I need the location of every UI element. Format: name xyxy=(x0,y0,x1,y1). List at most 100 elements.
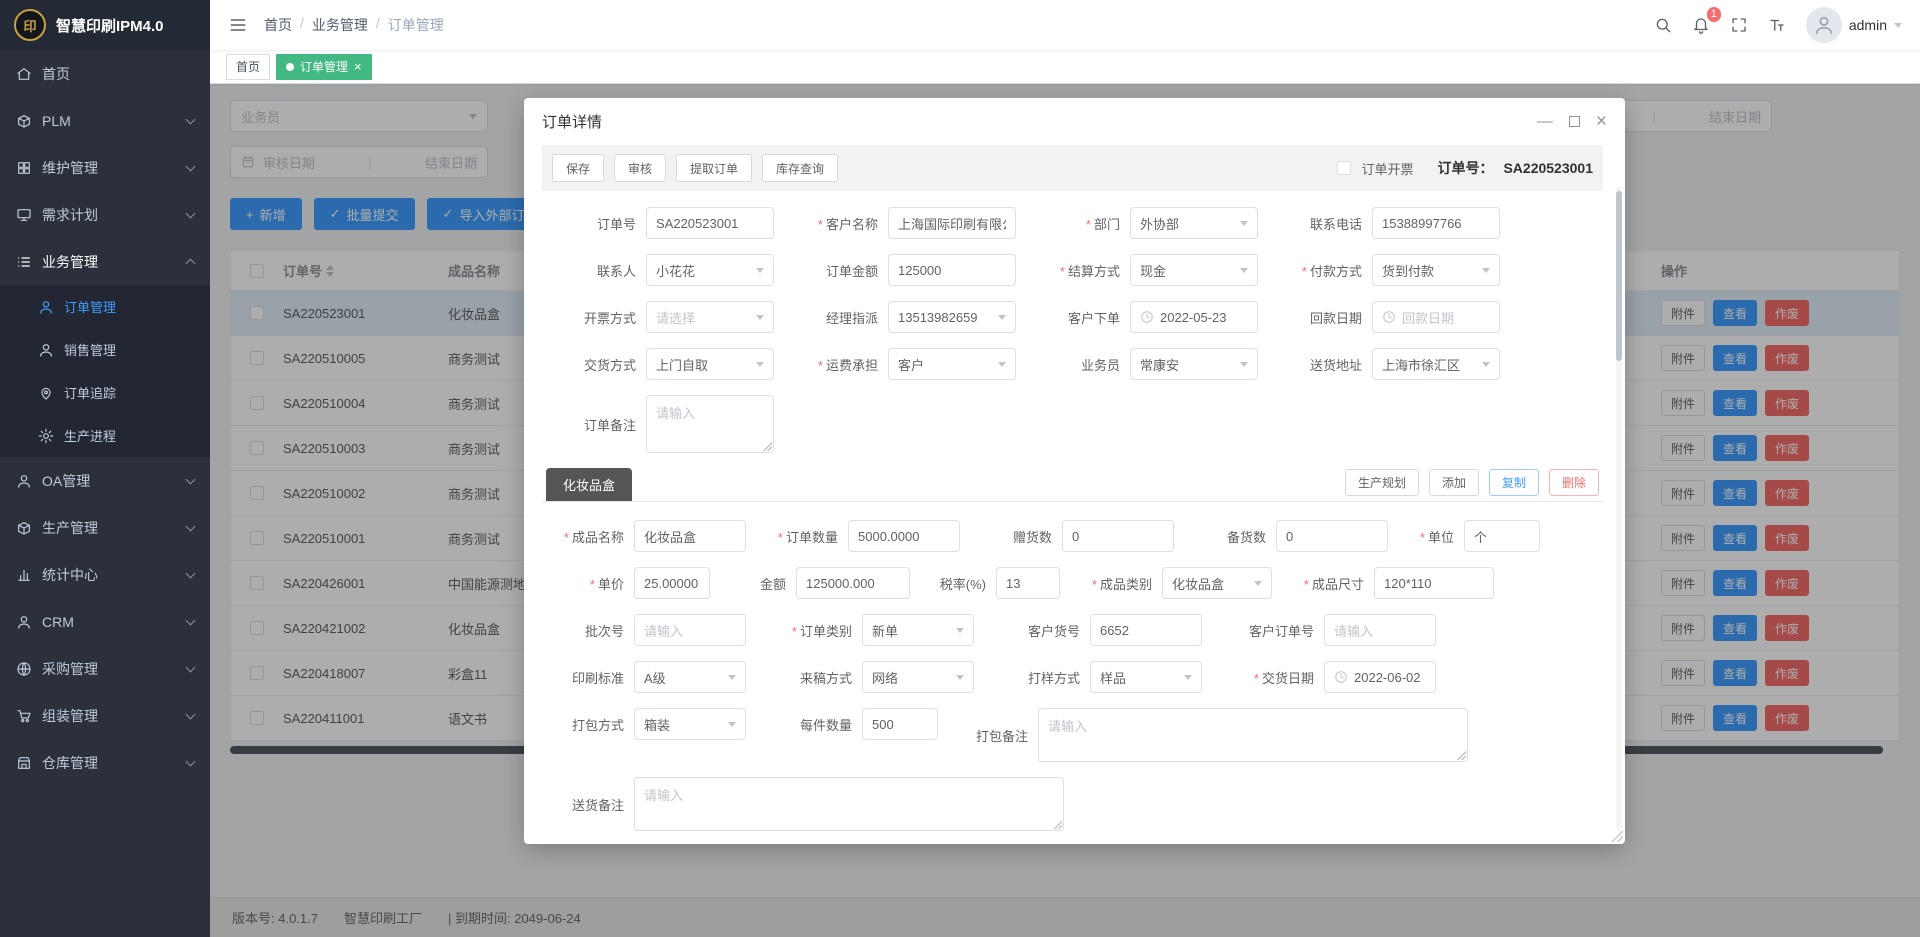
order-remark-textarea[interactable]: 请输入 xyxy=(646,395,774,453)
sidebar-item-oa[interactable]: OA管理 xyxy=(0,457,210,504)
freight-bearer-select[interactable]: 客户 xyxy=(888,348,1016,380)
hamburger-icon[interactable] xyxy=(228,15,248,35)
sidebar-item-sales-management[interactable]: 销售管理 xyxy=(0,328,210,371)
unit-price-input[interactable]: 25.00000 xyxy=(634,567,710,599)
tab-order-management[interactable]: 订单管理 × xyxy=(276,54,372,80)
amount-input[interactable]: 125000.000 xyxy=(796,567,910,599)
gift-qty-input[interactable]: 0 xyxy=(1062,520,1174,552)
field-order-category: 订单类别 新单 xyxy=(772,614,974,646)
packing-method-select[interactable]: 箱装 xyxy=(634,708,746,740)
breadcrumb-home[interactable]: 首页 xyxy=(264,15,292,35)
return-date-picker[interactable]: 回款日期 xyxy=(1372,301,1500,333)
customer-order-date-picker[interactable]: 2022-05-23 xyxy=(1130,301,1258,333)
copy-button[interactable]: 复制 xyxy=(1489,469,1539,496)
product-size-input[interactable]: 120*110 xyxy=(1374,567,1494,599)
fullscreen-icon[interactable] xyxy=(1730,16,1748,34)
delivery-address-select[interactable]: 上海市徐汇区 xyxy=(1372,348,1500,380)
product-name-input[interactable]: 化妆品盒 xyxy=(634,520,746,552)
sidebar: 印 智慧印刷IPM4.0 首页 PLM 维护管理 需求计划 xyxy=(0,0,210,937)
sidebar-item-crm[interactable]: CRM xyxy=(0,598,210,645)
delete-button[interactable]: 删除 xyxy=(1549,469,1599,496)
sidebar-item-production-process[interactable]: 生产进程 xyxy=(0,414,210,457)
add-product-button[interactable]: 添加 xyxy=(1429,469,1479,496)
production-plan-button[interactable]: 生产规划 xyxy=(1345,469,1419,496)
customer-order-no-input[interactable]: 请输入 xyxy=(1324,614,1436,646)
breadcrumb-business[interactable]: 业务管理 xyxy=(312,15,368,35)
payment-select[interactable]: 货到付款 xyxy=(1372,254,1500,286)
close-icon[interactable]: × xyxy=(1596,112,1607,131)
sidebar-item-production[interactable]: 生产管理 xyxy=(0,504,210,551)
sidebar-item-assembly[interactable]: 组装管理 xyxy=(0,692,210,739)
chevron-down-icon xyxy=(728,675,736,680)
order-no-input[interactable]: SA220523001 xyxy=(646,207,774,239)
print-standard-select[interactable]: A级 xyxy=(634,661,746,693)
chevron-down-icon xyxy=(728,722,736,727)
chevron-down-icon xyxy=(186,662,196,672)
maximize-icon[interactable] xyxy=(1569,116,1580,127)
contact-person-select[interactable]: 小花花 xyxy=(646,254,774,286)
resize-handle-icon[interactable] xyxy=(1456,750,1466,760)
resize-handle-icon[interactable] xyxy=(762,441,772,451)
breadcrumb: 首页 / 业务管理 / 订单管理 xyxy=(264,15,444,35)
sidebar-item-purchase[interactable]: 采购管理 xyxy=(0,645,210,692)
sidebar-item-plm[interactable]: PLM xyxy=(0,97,210,144)
qty-per-piece-input[interactable]: 500 xyxy=(862,708,938,740)
chevron-down-icon xyxy=(186,521,196,531)
order-amount-input[interactable]: 125000 xyxy=(888,254,1016,286)
order-qty-input[interactable]: 5000.0000 xyxy=(848,520,960,552)
tab-home[interactable]: 首页 xyxy=(226,54,270,80)
department-select[interactable]: 外协部 xyxy=(1130,207,1258,239)
save-button[interactable]: 保存 xyxy=(552,154,604,182)
audit-button[interactable]: 审核 xyxy=(614,154,666,182)
tax-rate-input[interactable]: 13 xyxy=(996,567,1060,599)
field-amount: 金额 125000.000 xyxy=(722,567,910,599)
sidebar-item-maintenance[interactable]: 维护管理 xyxy=(0,144,210,191)
packing-remark-textarea[interactable]: 请输入 xyxy=(1038,708,1468,762)
sales-icon xyxy=(38,342,54,358)
delivery-date-picker[interactable]: 2022-06-02 xyxy=(1324,661,1436,693)
dialog-scrollbar-thumb[interactable] xyxy=(1616,191,1622,361)
proof-method-select[interactable]: 样品 xyxy=(1090,661,1202,693)
product-tab[interactable]: 化妆品盒 xyxy=(546,468,632,501)
unit-input[interactable]: 个 xyxy=(1464,520,1540,552)
field-order-amount: 订单金额 125000 xyxy=(798,254,1016,286)
stock-qty-input[interactable]: 0 xyxy=(1276,520,1388,552)
manager-assign-select[interactable]: 13513982659 xyxy=(888,301,1016,333)
customer-item-no-input[interactable]: 6652 xyxy=(1090,614,1202,646)
user-menu[interactable]: admin xyxy=(1806,7,1902,43)
sidebar-item-warehouse[interactable]: 仓库管理 xyxy=(0,739,210,786)
delivery-remark-textarea[interactable]: 请输入 xyxy=(634,777,1064,831)
settlement-select[interactable]: 现金 xyxy=(1130,254,1258,286)
field-print-standard: 印刷标准 A级 xyxy=(544,661,746,693)
batch-no-input[interactable]: 请输入 xyxy=(634,614,746,646)
close-icon[interactable]: × xyxy=(354,60,362,73)
chevron-down-icon xyxy=(186,161,196,171)
minimize-icon[interactable]: — xyxy=(1537,114,1553,130)
product-category-select[interactable]: 化妆品盒 xyxy=(1162,567,1272,599)
draft-method-select[interactable]: 网络 xyxy=(862,661,974,693)
chevron-down-icon xyxy=(1184,675,1192,680)
resize-handle-icon[interactable] xyxy=(1052,819,1062,829)
stock-query-button[interactable]: 库存查询 xyxy=(762,154,838,182)
sidebar-item-statistics[interactable]: 统计中心 xyxy=(0,551,210,598)
sidebar-item-demand-plan[interactable]: 需求计划 xyxy=(0,191,210,238)
dialog-resize-handle[interactable] xyxy=(1611,830,1623,842)
salesman-select-dialog[interactable]: 常康安 xyxy=(1130,348,1258,380)
sidebar-item-business[interactable]: 业务管理 xyxy=(0,238,210,285)
search-icon[interactable] xyxy=(1654,16,1672,34)
extract-order-button[interactable]: 提取订单 xyxy=(676,154,752,182)
customer-name-input[interactable]: 上海国际印刷有限公司 xyxy=(888,207,1016,239)
notification-bell-icon[interactable]: 1 xyxy=(1692,16,1710,34)
field-customer-order-date: 客户下单 2022-05-23 xyxy=(1040,301,1258,333)
clock-icon xyxy=(1382,310,1396,324)
contact-phone-input[interactable]: 15388997766 xyxy=(1372,207,1500,239)
sidebar-item-home[interactable]: 首页 xyxy=(0,50,210,97)
invoice-checkbox[interactable] xyxy=(1337,161,1351,175)
order-category-select[interactable]: 新单 xyxy=(862,614,974,646)
delivery-method-select[interactable]: 上门自取 xyxy=(646,348,774,380)
invoice-type-select[interactable]: 请选择 xyxy=(646,301,774,333)
sidebar-item-order-management[interactable]: 订单管理 xyxy=(0,285,210,328)
size-icon[interactable] xyxy=(1768,16,1786,34)
dialog-header: 订单详情 — × xyxy=(524,98,1625,141)
sidebar-item-order-tracking[interactable]: 订单追踪 xyxy=(0,371,210,414)
